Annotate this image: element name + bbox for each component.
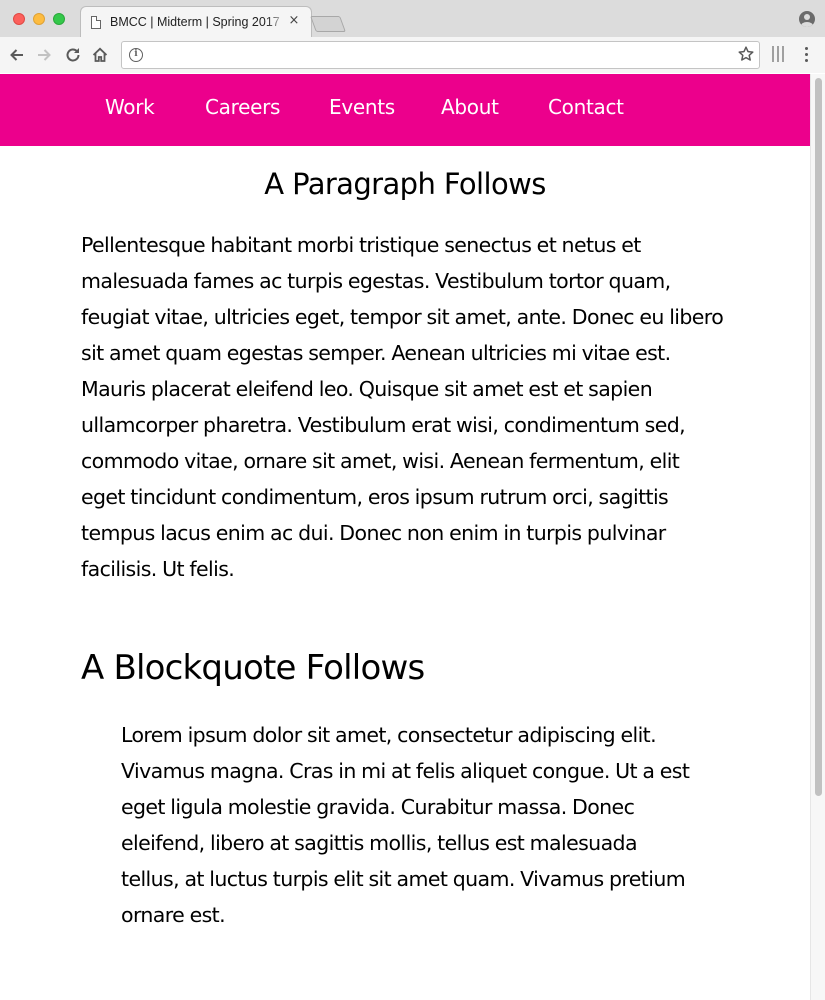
- document-icon: [91, 16, 101, 29]
- tab-title: BMCC | Midterm | Spring 2017: [110, 15, 280, 29]
- scrollbar-thumb[interactable]: [815, 78, 822, 796]
- site-nav: Work Careers Events About Contact: [0, 74, 810, 146]
- profile-icon[interactable]: [799, 11, 815, 27]
- paragraph-heading: A Paragraph Follows: [264, 167, 546, 201]
- tab-strip: BMCC | Midterm | Spring 2017 ×: [0, 0, 825, 37]
- paragraph-text: Pellentesque habitant morbi tristique se…: [81, 233, 724, 581]
- nav-link-events[interactable]: Events: [329, 95, 395, 119]
- close-window-button[interactable]: [13, 13, 25, 25]
- info-icon[interactable]: i: [129, 48, 143, 62]
- page-viewport: Work Careers Events About Contact A Para…: [0, 74, 810, 1000]
- blockquote-text: Lorem ipsum dolor sit amet, consectetur …: [121, 723, 690, 927]
- address-bar[interactable]: i: [121, 41, 760, 69]
- minimize-window-button[interactable]: [33, 13, 45, 25]
- browser-tab[interactable]: BMCC | Midterm | Spring 2017 ×: [80, 6, 312, 37]
- home-icon[interactable]: [90, 45, 110, 65]
- forward-arrow-icon[interactable]: [34, 45, 54, 65]
- menu-icon[interactable]: [803, 46, 811, 62]
- zoom-window-button[interactable]: [53, 13, 65, 25]
- nav-link-about[interactable]: About: [441, 95, 499, 119]
- back-arrow-icon[interactable]: [7, 45, 27, 65]
- reload-icon[interactable]: [63, 45, 83, 65]
- vertical-scrollbar[interactable]: [810, 74, 825, 1000]
- new-tab-button[interactable]: [310, 16, 346, 32]
- star-icon[interactable]: [736, 44, 756, 64]
- extensions-icon[interactable]: [772, 46, 786, 62]
- tab-title-fade: [266, 12, 288, 32]
- nav-link-contact[interactable]: Contact: [548, 95, 624, 119]
- blockquote-heading: A Blockquote Follows: [81, 648, 425, 688]
- nav-link-work[interactable]: Work: [105, 95, 155, 119]
- nav-link-careers[interactable]: Careers: [205, 95, 280, 119]
- browser-chrome: BMCC | Midterm | Spring 2017 × i: [0, 0, 825, 73]
- close-icon[interactable]: ×: [287, 14, 301, 28]
